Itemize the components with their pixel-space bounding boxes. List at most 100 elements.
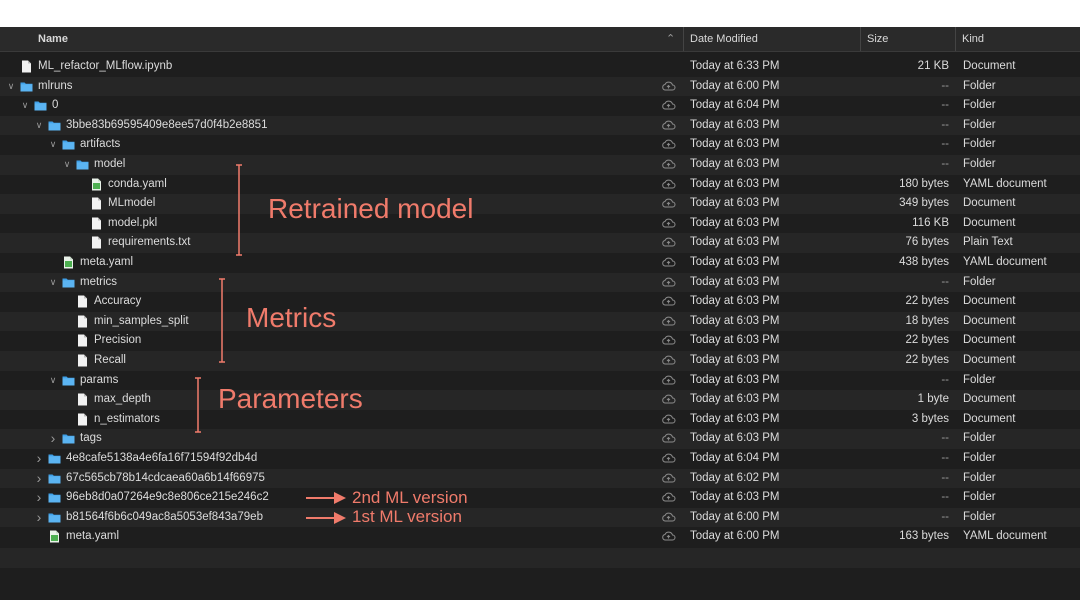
chevron-down-icon[interactable]: ∨ [48,135,58,155]
file-row[interactable]: meta.yaml Today at 6:03 PM 438 bytes YAML d… [0,253,1080,273]
cloud-icon [661,295,676,308]
folder-icon [34,99,47,112]
cloud-icon [661,452,676,465]
file-name: params [80,373,119,386]
chevron-right-icon[interactable]: › [34,449,44,469]
file-row[interactable]: › 96eb8d0a07264e9c8e806ce215e246c2 Today a… [0,488,1080,508]
chevron-down-icon[interactable]: ∨ [6,77,16,97]
file-row[interactable]: min_samples_split Today at 6:03 PM 18 byte… [0,311,1080,332]
file-row[interactable]: › tags Today at 6:03 PM -- Folder [0,429,1080,449]
folder-icon [62,276,75,289]
file-size: 438 bytes [899,256,949,268]
retrained-model-label: Retrained model [268,193,474,224]
file-row[interactable]: conda.yaml Today at 6:03 PM 180 bytes YAML … [0,175,1080,195]
chevron-right-icon[interactable]: › [34,469,44,489]
file-row[interactable]: Precision Today at 6:03 PM 22 bytes Documen… [0,331,1080,351]
file-row[interactable]: › 4e8cafe5138a4e6fa16f71594f92db4d Today a… [0,449,1080,469]
file-kind: Document [963,60,1016,72]
cloud-icon [661,99,676,112]
date-modified: Today at 6:03 PM [690,295,780,308]
file-size: 3 bytes [911,412,949,425]
column-kind-header[interactable]: Kind [955,27,984,51]
file-kind: Folder [963,158,996,170]
cloud-icon [661,491,676,504]
chevron-right-icon[interactable]: › [34,488,44,508]
date-modified: Today at 6:03 PM [690,334,780,347]
file-name: artifacts [80,138,121,151]
date-modified: Today at 6:03 PM [690,412,780,425]
file-row[interactable]: Accuracy Today at 6:03 PM 22 bytes Document [0,292,1080,312]
file-kind: Document [963,216,1016,229]
folder-icon [62,374,75,387]
cloud-icon [661,354,676,367]
date-modified: Today at 6:03 PM [690,118,780,131]
cloud-icon [661,256,676,269]
metrics-label: Metrics [246,302,337,333]
file-name: Recall [94,354,126,366]
file-name: model [94,158,126,170]
file-size: 116 KB [912,216,949,229]
file-size: -- [941,491,949,504]
chevron-down-icon[interactable]: ∨ [48,371,58,391]
file-row[interactable]: meta.yaml Today at 6:00 PM 163 bytes YAML d… [0,527,1080,547]
file-size: 21 KB [917,60,949,72]
file-row[interactable]: ML_refactor_MLflow.ipynb Today at 6:33 PM… [0,57,1080,77]
file-row[interactable]: max_depth Today at 6:03 PM 1 byte Document [0,390,1080,410]
chevron-right-icon[interactable]: › [34,508,44,528]
document-icon [90,236,103,249]
folder-icon [48,452,61,465]
file-size: 163 bytes [899,530,949,543]
folder-icon [62,138,75,151]
column-name-header[interactable]: Name [38,27,68,51]
document-icon [90,217,103,230]
file-name: n_estimators [94,412,160,425]
cloud-icon [661,158,676,171]
document-icon [20,60,33,73]
date-modified: Today at 6:02 PM [690,471,780,484]
column-date-header[interactable]: Date Modified [683,27,758,51]
file-row[interactable]: ∨ mlruns Today at 6:00 PM -- Folder [0,76,1080,97]
file-row[interactable]: › b81564f6b6c049ac8a5053ef843a79eb Today a… [0,507,1080,528]
document-icon [76,354,89,367]
chevron-down-icon[interactable]: ∨ [62,155,72,175]
chevron-right-icon[interactable]: › [48,429,58,449]
cloud-icon [661,334,676,347]
folder-icon [62,432,75,445]
file-kind: Folder [963,432,996,445]
file-row[interactable]: n_estimators Today at 6:03 PM 3 bytes Docum… [0,410,1080,430]
second-ml-version-label: 2nd ML version [352,488,468,507]
file-kind: YAML document [963,530,1047,543]
file-name: 4e8cafe5138a4e6fa16f71594f92db4d [66,452,258,464]
file-kind: Document [963,295,1016,308]
file-kind: Document [963,393,1016,406]
file-name: max_depth [94,393,151,406]
file-row[interactable]: model.pkl Today at 6:03 PM 116 KB Document [0,214,1080,234]
file-row[interactable]: Recall Today at 6:03 PM 22 bytes Document [0,351,1080,371]
file-kind: Folder [963,99,996,112]
file-size: -- [941,138,949,151]
file-row[interactable]: ∨ artifacts Today at 6:03 PM -- Folder [0,135,1080,155]
file-row[interactable]: › 67c565cb78b14cdcaea60a6b14f66975 Today a… [0,468,1080,489]
column-size-header[interactable]: Size [860,27,888,51]
folder-icon [76,158,89,171]
file-name: tags [80,432,102,445]
file-row[interactable]: requirements.txt Today at 6:03 PM 76 bytes… [0,233,1080,253]
file-row[interactable]: ∨ 0 Today at 6:04 PM -- Folder [0,96,1080,116]
file-row[interactable]: ∨ model Today at 6:03 PM -- Folder [0,155,1080,175]
date-modified: Today at 6:03 PM [690,373,780,386]
file-row[interactable]: ∨ 3bbe83b69595409e8ee57d0f4b2e8851 Today a… [0,115,1080,136]
file-name: metrics [80,275,118,288]
file-size: -- [941,510,949,523]
chevron-down-icon[interactable]: ∨ [20,96,30,116]
file-row[interactable]: ∨ metrics Today at 6:03 PM -- Folder [0,272,1080,293]
date-modified: Today at 6:03 PM [690,354,780,366]
folder-icon [48,119,61,132]
file-row[interactable]: MLmodel Today at 6:03 PM 349 bytes Document [0,194,1080,214]
file-kind: Folder [963,118,996,131]
chevron-down-icon[interactable]: ∨ [34,116,44,136]
date-modified: Today at 6:03 PM [690,491,780,504]
file-row[interactable]: ∨ params Today at 6:03 PM -- Folder [0,371,1080,391]
date-modified: Today at 6:03 PM [690,236,780,249]
chevron-down-icon[interactable]: ∨ [48,273,58,293]
date-modified: Today at 6:04 PM [690,452,780,464]
